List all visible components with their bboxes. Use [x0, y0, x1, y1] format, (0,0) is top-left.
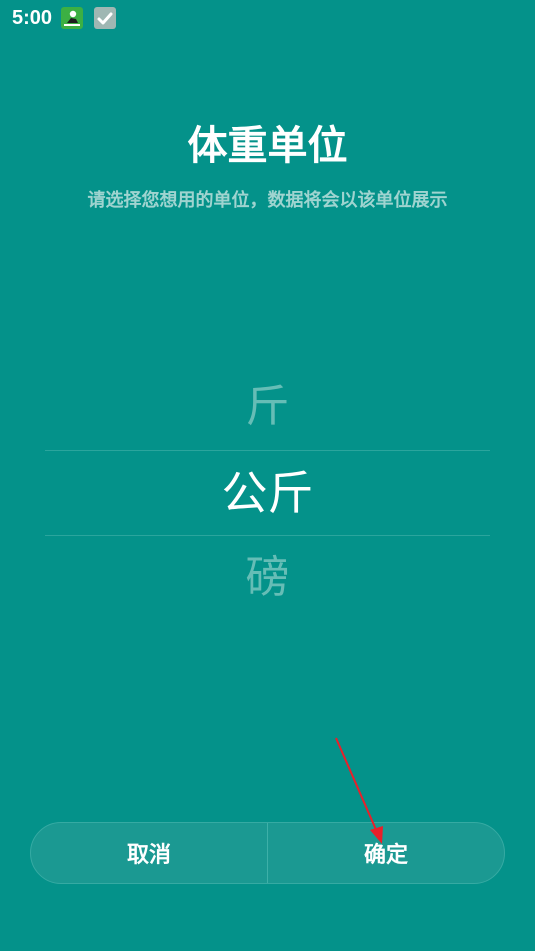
picker-option-pound[interactable]: 磅	[45, 536, 490, 620]
page-title: 体重单位	[187, 123, 348, 169]
status-time: 5:00	[12, 7, 53, 29]
page-subtitle: 请选择您想用的单位，数据将会以该单位展示	[87, 190, 448, 211]
status-bar: 5:00	[0, 0, 535, 36]
unit-picker[interactable]: 斤 公斤 磅	[45, 365, 490, 620]
cancel-button[interactable]: 取消	[31, 823, 267, 883]
picker-option-kg[interactable]: 公斤	[45, 451, 490, 535]
confirm-button[interactable]: 确定	[268, 823, 504, 883]
app-notification-icon	[61, 7, 83, 29]
picker-option-jin[interactable]: 斤	[45, 365, 490, 449]
check-notification-icon	[94, 7, 116, 29]
button-bar: 取消 确定	[30, 822, 505, 884]
